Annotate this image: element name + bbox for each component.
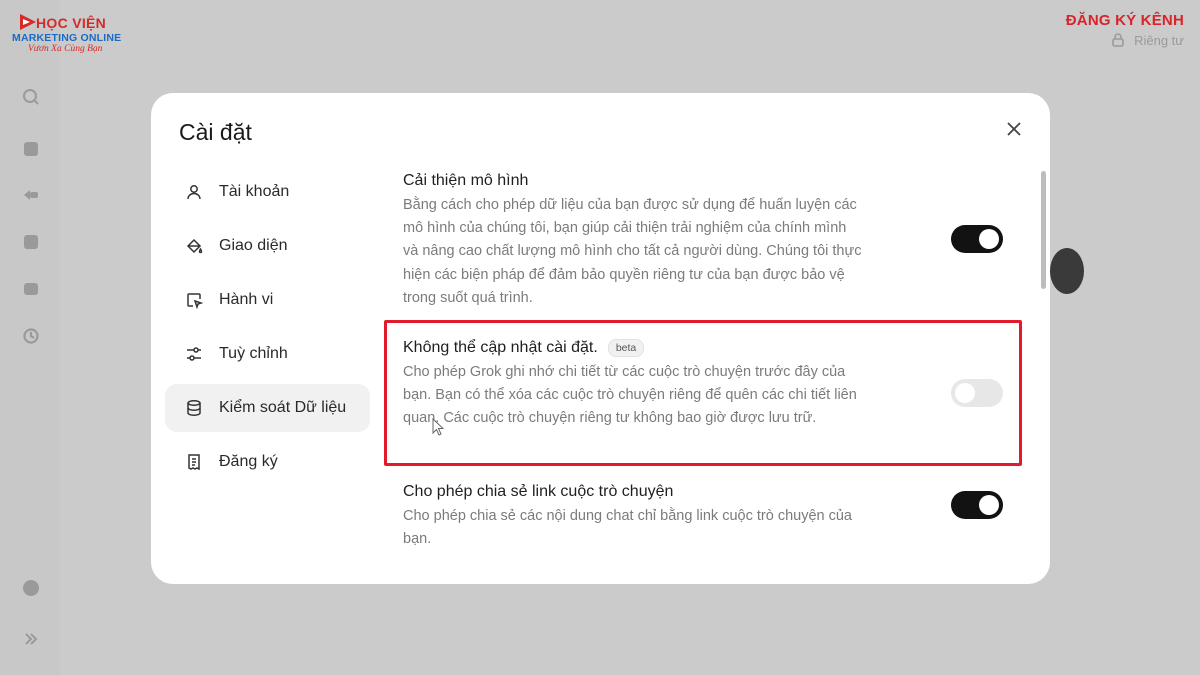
cursor-box-icon: [187, 293, 203, 309]
brand-slogan: Vươn Xa Cùng Bạn: [28, 44, 103, 54]
nav-item-label: Giao diện: [219, 237, 288, 254]
receipt-icon: [188, 454, 200, 471]
user-icon: [187, 185, 201, 200]
profile-avatar-icon[interactable]: [20, 577, 42, 599]
close-icon: [1007, 122, 1021, 136]
mouse-cursor-icon: [432, 418, 444, 436]
subscribe-label: ĐĂNG KÝ KÊNH: [1065, 12, 1184, 29]
nav-item-behavior[interactable]: Hành vi: [165, 276, 370, 324]
nav-item-label: Kiểm soát Dữ liệu: [219, 399, 347, 416]
image-icon[interactable]: [20, 231, 42, 253]
private-mode-button[interactable]: Riêng tư: [1110, 32, 1184, 48]
lock-icon: [1112, 33, 1124, 47]
private-mode-label: Riêng tư: [1134, 32, 1184, 48]
improve-model-toggle[interactable]: [951, 225, 1003, 253]
close-button[interactable]: [1004, 119, 1024, 139]
brand-watermark: HỌC VIỆN MARKETING ONLINE Vươn Xa Cùng B…: [10, 10, 130, 56]
setting-title: Cải thiện mô hình: [403, 172, 529, 189]
nav-item-subscription[interactable]: Đăng ký: [165, 438, 370, 486]
history-icon[interactable]: [20, 325, 42, 347]
new-chat-icon[interactable]: [20, 138, 42, 160]
nav-item-account[interactable]: Tài khoản: [165, 168, 370, 216]
brand-name: HỌC VIỆN: [36, 15, 107, 31]
voice-icon[interactable]: [20, 184, 42, 206]
search-icon[interactable]: [20, 86, 42, 108]
nav-item-label: Tuỳ chỉnh: [219, 345, 288, 362]
highlight-annotation-box: [384, 320, 1022, 466]
paint-bucket-icon: [186, 238, 203, 254]
nav-item-label: Tài khoản: [219, 183, 290, 200]
database-icon: [187, 400, 201, 416]
expand-sidebar-icon[interactable]: [20, 628, 42, 650]
nav-item-customize[interactable]: Tuỳ chỉnh: [165, 330, 370, 378]
setting-description: Cho phép chia sẻ các nội dung chat chỉ b…: [403, 508, 852, 548]
setting-improve-model: Cải thiện mô hình Bằng cách cho phép dữ …: [403, 170, 1003, 310]
setting-description: Bằng cách cho phép dữ liệu của bạn được …: [403, 197, 862, 306]
setting-share-link: Cho phép chia sẻ link cuộc trò chuyện Ch…: [403, 481, 1003, 551]
share-link-toggle[interactable]: [951, 491, 1003, 519]
sliders-icon: [187, 347, 201, 361]
background-action-button: [1050, 248, 1084, 294]
folder-icon[interactable]: [20, 278, 42, 300]
modal-title: Cài đặt: [179, 119, 252, 145]
app-sidebar: [0, 0, 60, 675]
settings-modal: Cài đặt Tài khoản Giao diện Hành vi Tuỳ …: [151, 93, 1050, 584]
nav-item-appearance[interactable]: Giao diện: [165, 222, 370, 270]
settings-nav: Tài khoản Giao diện Hành vi Tuỳ chỉnh Ki…: [165, 168, 370, 492]
nav-item-label: Hành vi: [219, 291, 274, 308]
modal-scrollbar[interactable]: [1041, 171, 1046, 289]
brand-subtitle: MARKETING ONLINE: [12, 32, 122, 44]
nav-item-label: Đăng ký: [219, 453, 278, 470]
brand-logo-icon: [20, 14, 36, 30]
nav-item-data-controls[interactable]: Kiểm soát Dữ liệu: [165, 384, 370, 432]
setting-title: Cho phép chia sẻ link cuộc trò chuyện: [403, 483, 674, 500]
